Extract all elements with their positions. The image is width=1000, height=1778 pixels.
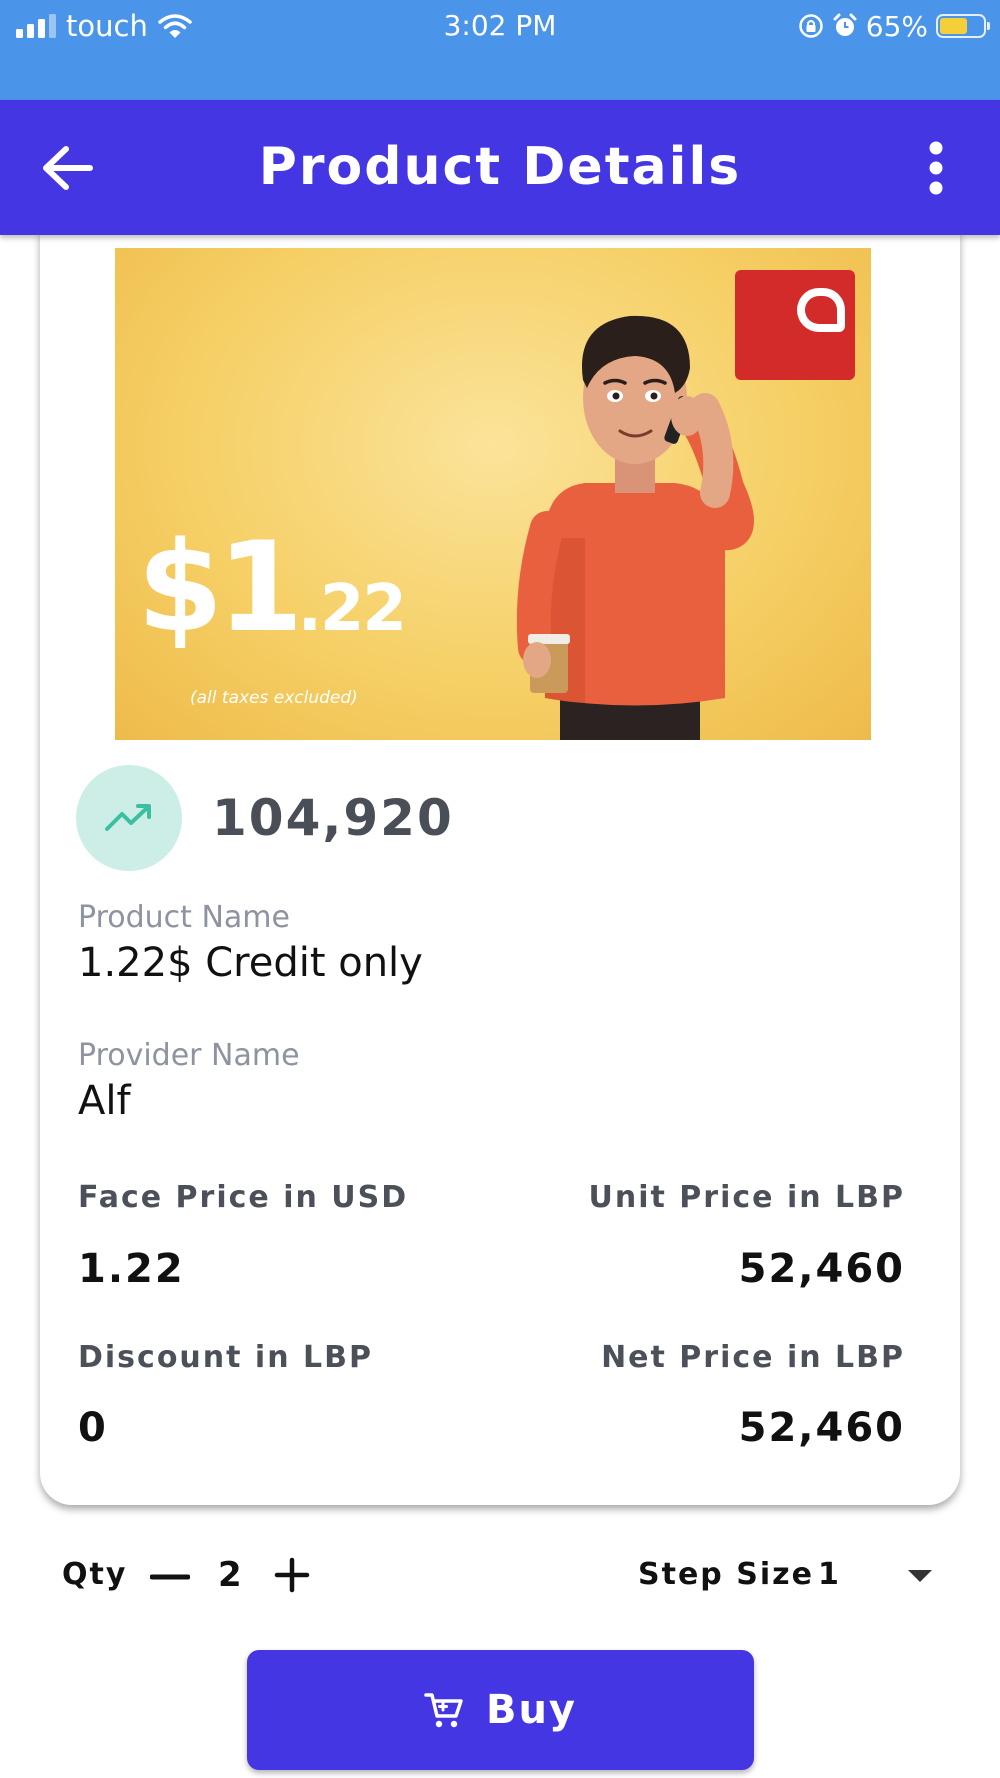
provider-name-label: Provider Name (78, 1038, 300, 1073)
face-price-value: 1.22 (78, 1246, 185, 1292)
product-banner: $1.22 (all taxes excluded) (115, 248, 871, 740)
alarm-icon (833, 13, 857, 36)
page-title: Product Details (258, 137, 742, 197)
buy-label: Buy (485, 1687, 578, 1733)
person-illustration (516, 315, 754, 740)
more-vertical-icon[interactable] (922, 140, 950, 196)
app-bar: Product Details (0, 100, 1000, 235)
minus-icon[interactable] (150, 1557, 190, 1593)
net-price-label: Net Price in LBP (601, 1340, 905, 1375)
buy-button[interactable]: Buy (247, 1650, 754, 1770)
stat-row: 104,920 (76, 765, 454, 871)
status-bar: touch 3:02 PM 65% (0, 0, 1000, 100)
chevron-down-icon[interactable] (905, 1563, 935, 1587)
plus-icon[interactable] (274, 1555, 310, 1595)
banner-price-main: $1 (137, 516, 304, 660)
net-price-value: 52,460 (738, 1405, 905, 1451)
cart-icon (424, 1693, 463, 1728)
stat-value: 104,920 (212, 789, 454, 847)
qty-value[interactable]: 2 (218, 1545, 242, 1605)
product-card: $1.22 (all taxes excluded) 104,920 Produ… (40, 230, 960, 1505)
banner-price-cents: .22 (297, 572, 407, 646)
battery-percent: 65% (865, 9, 928, 43)
step-size-value[interactable]: 1 (818, 1545, 839, 1605)
product-name-value: 1.22$ Credit only (78, 940, 423, 986)
discount-label: Discount in LBP (78, 1340, 373, 1375)
quantity-row: Qty 2 Step Size 1 (0, 1545, 1000, 1605)
discount-value: 0 (78, 1405, 108, 1451)
unit-price-label: Unit Price in LBP (588, 1180, 905, 1215)
step-size-label: Step Size (638, 1557, 814, 1592)
banner-price: $1.22 (137, 516, 407, 660)
product-name-label: Product Name (78, 900, 290, 935)
status-right: 65% (798, 8, 990, 44)
trending-up-icon (76, 765, 182, 871)
unit-price-value: 52,460 (738, 1246, 905, 1292)
orientation-lock-icon (799, 14, 823, 38)
face-price-label: Face Price in USD (78, 1180, 409, 1215)
battery-icon (936, 14, 990, 38)
banner-tax-note: (all taxes excluded) (190, 688, 358, 708)
provider-name-value: Alf (78, 1078, 131, 1124)
qty-label: Qty (62, 1557, 128, 1592)
